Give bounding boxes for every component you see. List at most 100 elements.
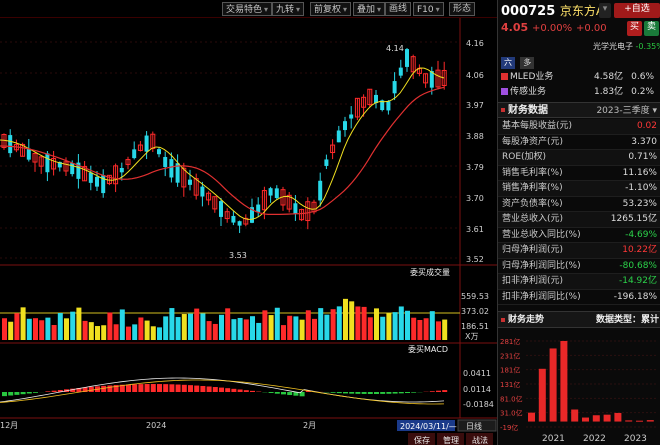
candle-body	[119, 167, 124, 173]
price-line: 4.05 +0.00% +0.00	[501, 21, 607, 34]
macd-bar	[150, 384, 156, 392]
volume-bar	[20, 307, 26, 340]
volume-bar	[442, 319, 448, 340]
financial-row: 扣非净利润(元) -14.92亿	[498, 274, 660, 290]
candle-body	[88, 172, 93, 183]
macd-bar	[268, 392, 274, 393]
macd-bar	[367, 392, 373, 394]
volume-bar	[343, 298, 348, 340]
volume-bar	[231, 319, 237, 340]
candle-body	[132, 149, 137, 159]
candle-body	[95, 176, 99, 187]
trend-y-tick: 81.0亿	[500, 394, 523, 403]
candle-body	[343, 121, 347, 131]
business-color-swatch	[501, 73, 508, 80]
financial-label: ROE(加权)	[502, 152, 547, 162]
macd-bar	[274, 392, 280, 394]
volume-tick: 373.02	[461, 307, 489, 316]
financial-label: 归母净利润同比(%)	[502, 260, 581, 271]
macd-bar	[33, 392, 38, 393]
macd-title: 委买MACD	[408, 344, 448, 354]
financial-label: 营业总收入同比(%)	[502, 229, 581, 240]
candle-body	[336, 130, 341, 143]
macd-bar	[237, 389, 243, 392]
candlesticks	[1, 48, 447, 234]
macd-bar	[355, 392, 361, 394]
buy-button[interactable]: 买	[627, 21, 642, 36]
dropdown-icon[interactable]: ▾	[599, 3, 611, 18]
macd-bar	[336, 392, 342, 394]
kline-chart[interactable]: 4.16 4.06 3.97 3.88 3.79 3.70 3.61 3.52 …	[0, 0, 497, 445]
concept-row[interactable]: 光学光电子 -0.35%	[593, 41, 660, 52]
macd-bar	[2, 392, 7, 397]
volume-bar	[175, 317, 181, 340]
macd-bar	[26, 392, 32, 394]
macd-bar	[386, 392, 392, 394]
trend-bar	[582, 417, 589, 422]
macd-bar	[361, 392, 367, 394]
business-name: MLED业务	[510, 72, 554, 82]
volume-bar	[113, 324, 119, 340]
concept-pct: -0.35%	[635, 42, 660, 51]
macd-bar	[206, 386, 212, 392]
chart-area[interactable]: 交易特色 ▾ 九转 ▾ 前复权 ▾ 叠加 ▾ 画线 F10 ▾ 形态 4.16 4.06 …	[0, 0, 497, 445]
volume-bar	[206, 321, 212, 340]
volume-bar	[429, 311, 435, 340]
macd-bar	[225, 388, 231, 392]
add-self-select-button[interactable]: +自选	[614, 3, 660, 18]
trend-y-tick: -19亿	[500, 423, 518, 432]
trend-x-label: 2021	[542, 434, 565, 444]
financial-section-header: 财务数据 2023-三季度 ▾	[498, 102, 660, 118]
macd-bar	[132, 384, 138, 392]
volume-bar	[436, 321, 441, 340]
stock-code: 000725	[501, 4, 556, 19]
trend-data-type[interactable]: 数据类型：累计	[596, 312, 659, 329]
sell-button[interactable]: 卖	[644, 21, 659, 36]
trend-title-label: 财务走势	[508, 315, 545, 325]
macd-tick: 0.0114	[463, 385, 491, 394]
macd-bar	[51, 390, 57, 392]
macd-bar	[126, 384, 131, 392]
macd-bar	[380, 392, 386, 394]
financial-value: 11.16%	[622, 167, 657, 178]
financial-table: 基本每股收益(元) 0.02 每股净资产(元) 3.370 ROE(加权) 0.71% 销售…	[498, 119, 660, 305]
macd-bar	[243, 390, 249, 392]
volume-bar	[349, 301, 355, 340]
stock-header: 000725 京东方A	[501, 2, 604, 19]
price-tick: 3.52	[466, 255, 484, 264]
financial-value: -80.68%	[619, 260, 657, 271]
volume-bar	[318, 308, 324, 340]
trend-y-tick: 231亿	[500, 351, 520, 360]
volume-bar	[411, 317, 417, 340]
tab-six[interactable]: 六	[501, 57, 515, 69]
price-tick: 3.70	[466, 194, 484, 203]
volume-bar	[355, 306, 361, 340]
period-select[interactable]: 2023-三季度 ▾	[596, 103, 657, 119]
candle-body	[256, 204, 261, 213]
volume-bar	[144, 320, 150, 340]
financial-value: 53.23%	[622, 198, 657, 209]
volume-bar	[374, 308, 379, 340]
macd-bar	[411, 392, 417, 393]
macd-bar	[212, 387, 218, 392]
volume-bar	[194, 308, 200, 340]
volume-bar	[237, 317, 243, 340]
date-label: 12月	[0, 421, 18, 430]
change-value: +0.00	[575, 23, 607, 34]
trend-bar	[646, 420, 654, 422]
price-tick: 3.88	[466, 132, 484, 141]
volume-bar	[212, 323, 218, 340]
financial-row: 归母净利润同比(%) -80.68%	[498, 259, 660, 274]
volume-bar	[88, 322, 94, 340]
macd-bar	[169, 384, 175, 392]
volume-bar	[243, 319, 249, 340]
volume-bar	[157, 327, 162, 340]
candle-body	[386, 101, 391, 111]
volume-bar	[119, 309, 125, 340]
macd-tick: 0.0411	[463, 369, 491, 378]
financial-label: 销售毛利率(%)	[502, 167, 563, 178]
tab-duo[interactable]: 多	[520, 57, 535, 69]
candle-body	[324, 159, 329, 166]
candle-body	[398, 67, 403, 76]
volume-bar	[2, 318, 7, 340]
